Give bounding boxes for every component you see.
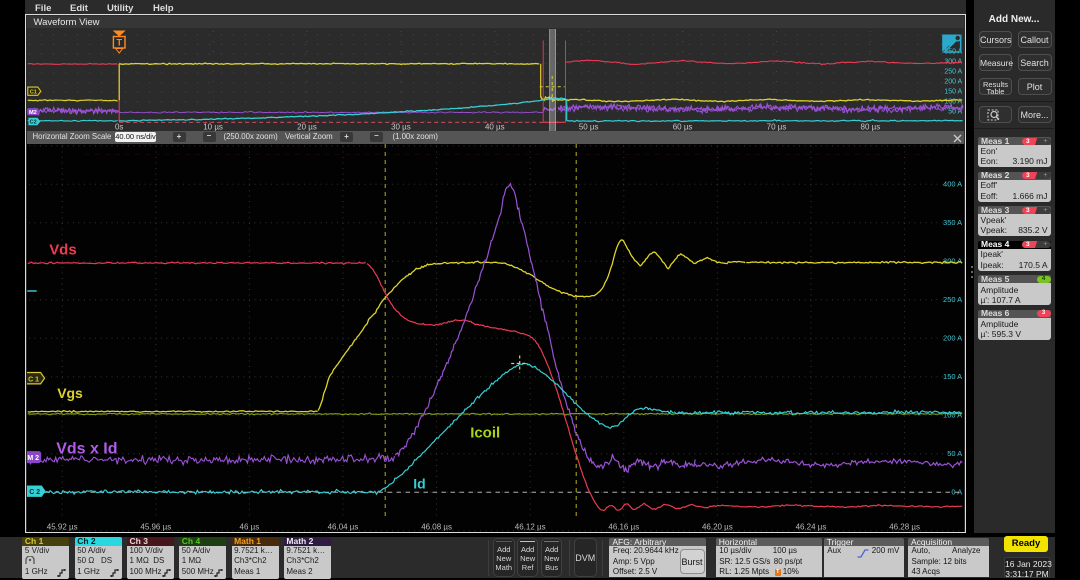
- svg-text:Id: Id: [413, 475, 425, 491]
- svg-text:150 A: 150 A: [943, 372, 962, 381]
- svg-text:Vgs: Vgs: [57, 384, 83, 400]
- svg-text:50 µs: 50 µs: [579, 122, 599, 130]
- svg-text:45.92 µs: 45.92 µs: [47, 522, 78, 531]
- svg-text:C 2: C 2: [29, 489, 40, 496]
- svg-text:50 A: 50 A: [947, 449, 962, 458]
- svg-text:20 µs: 20 µs: [297, 122, 317, 130]
- svg-text:T: T: [116, 37, 122, 47]
- svg-text:150 A: 150 A: [944, 88, 962, 95]
- svg-text:400 A: 400 A: [943, 179, 962, 188]
- svg-text:46 µs: 46 µs: [239, 522, 259, 531]
- svg-text:200 A: 200 A: [943, 333, 962, 342]
- svg-text:C2: C2: [29, 119, 36, 125]
- svg-text:M2: M2: [29, 109, 37, 115]
- svg-text:200 A: 200 A: [944, 78, 962, 85]
- svg-text:45.96 µs: 45.96 µs: [140, 522, 171, 531]
- svg-text:60 µs: 60 µs: [673, 122, 693, 130]
- svg-text:46.28 µs: 46.28 µs: [889, 522, 920, 531]
- svg-text:40 µs: 40 µs: [485, 122, 505, 130]
- svg-text:350 A: 350 A: [943, 218, 962, 227]
- svg-text:70 µs: 70 µs: [766, 122, 786, 130]
- svg-text:80 µs: 80 µs: [860, 122, 880, 130]
- svg-text:0s: 0s: [115, 122, 123, 130]
- svg-text:46.04 µs: 46.04 µs: [327, 522, 358, 531]
- svg-text:10 µs: 10 µs: [203, 122, 223, 130]
- svg-text:30 µs: 30 µs: [391, 122, 411, 130]
- svg-text:M 2: M 2: [27, 455, 39, 462]
- svg-text:C1: C1: [30, 89, 37, 95]
- svg-text:46.12 µs: 46.12 µs: [515, 522, 546, 531]
- svg-text:46.16 µs: 46.16 µs: [608, 522, 639, 531]
- svg-text:C 1: C 1: [28, 376, 39, 383]
- svg-text:46.20 µs: 46.20 µs: [702, 522, 733, 531]
- svg-text:46.24 µs: 46.24 µs: [795, 522, 826, 531]
- svg-text:Icoil: Icoil: [470, 424, 500, 441]
- svg-text:250 A: 250 A: [943, 295, 962, 304]
- svg-text:46.08 µs: 46.08 µs: [421, 522, 452, 531]
- svg-text:Vds: Vds: [49, 241, 76, 258]
- svg-text:Vds x Id: Vds x Id: [56, 440, 117, 457]
- svg-text:250 A: 250 A: [944, 68, 962, 75]
